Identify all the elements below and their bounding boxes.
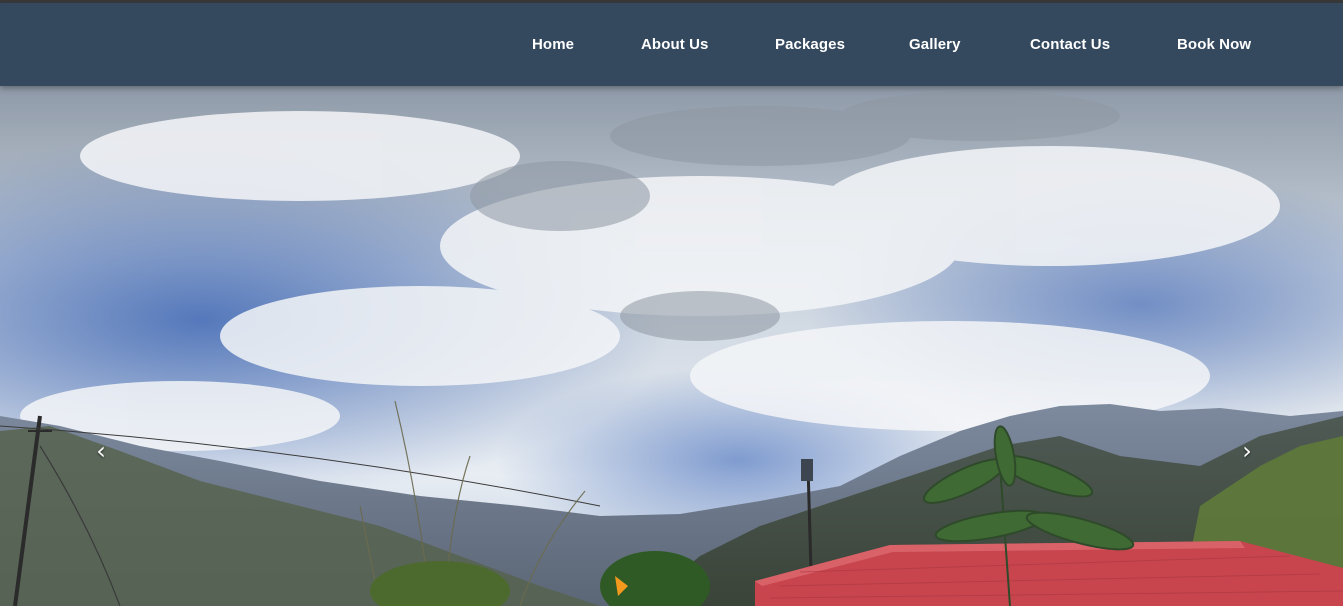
hero-slide-image <box>0 86 1343 606</box>
carousel-next-button[interactable]: › <box>1235 438 1259 464</box>
nav-book-now[interactable]: Book Now <box>1177 36 1251 53</box>
nav-packages[interactable]: Packages <box>775 36 845 53</box>
nav-contact-us[interactable]: Contact Us <box>1030 36 1110 53</box>
chevron-left-icon: ‹ <box>96 437 106 465</box>
nav-about-us[interactable]: About Us <box>641 36 708 53</box>
hero-carousel: ‹ › <box>0 86 1343 606</box>
nav-home[interactable]: Home <box>532 36 574 53</box>
top-navbar: Home About Us Packages Gallery Contact U… <box>0 3 1343 86</box>
carousel-prev-button[interactable]: ‹ <box>89 438 113 464</box>
nav-gallery[interactable]: Gallery <box>909 36 961 53</box>
chevron-right-icon: › <box>1242 437 1252 465</box>
